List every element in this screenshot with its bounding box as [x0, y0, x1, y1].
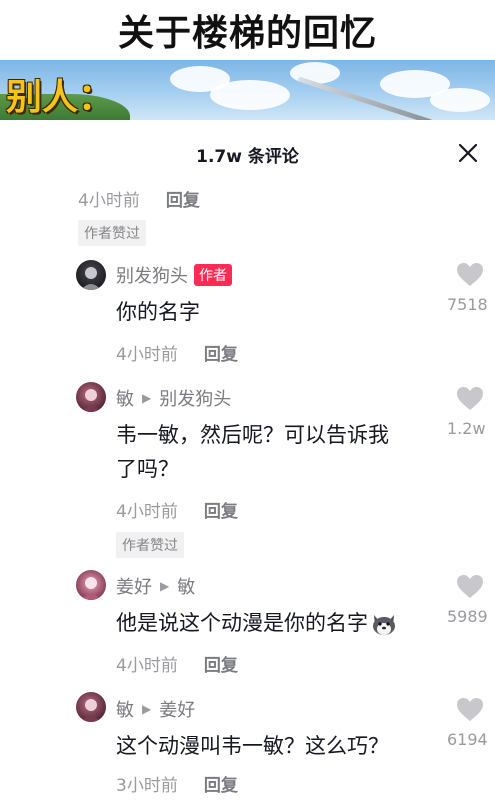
- comment-text: 你的名字: [116, 300, 200, 324]
- avatar[interactable]: [76, 692, 106, 722]
- author-badge: 作者: [194, 264, 232, 286]
- banner-label: 别人：: [6, 77, 115, 118]
- comment-author-row: 别发狗头 作者: [116, 262, 232, 288]
- comment-sheet-header: 1.7w 条评论: [0, 128, 495, 178]
- comment-text-wrap: 他是说这个动漫是你的名字: [116, 606, 398, 640]
- reply-button[interactable]: 回复: [204, 771, 238, 796]
- reply-to-name[interactable]: 敏: [177, 573, 195, 599]
- comment-meta: 4小时前 回复: [116, 651, 238, 676]
- like-count: 7518: [447, 295, 488, 314]
- reply-arrow-icon: ▶: [160, 579, 170, 593]
- like-button[interactable]: 7518: [445, 262, 495, 314]
- comment-author-name[interactable]: 敏: [116, 696, 134, 722]
- author-liked-tag: 作者赞过: [78, 220, 146, 246]
- prev-comment-meta: 4小时前 回复: [78, 186, 200, 211]
- avatar[interactable]: [76, 382, 106, 412]
- comment-text: 他是说这个动漫是你的名字: [116, 611, 368, 635]
- comment-time: 4小时前: [116, 502, 178, 522]
- heart-icon: [457, 698, 483, 721]
- comment-time: 4小时前: [78, 191, 140, 211]
- heart-icon: [457, 387, 483, 410]
- reply-button[interactable]: 回复: [204, 340, 238, 365]
- comment-text-line: 韦一敏，然后呢？可以告诉我: [116, 423, 389, 447]
- comment-author-name[interactable]: 敏: [116, 385, 134, 411]
- like-button[interactable]: 5989: [445, 574, 495, 626]
- author-liked-tag: 作者赞过: [116, 532, 184, 558]
- comment-text: 韦一敏，然后呢？可以告诉我 了吗？: [116, 418, 389, 486]
- like-count: 6194: [447, 730, 488, 749]
- comment-author-row: 敏 ▶ 姜好: [116, 696, 195, 722]
- comment-time: 3小时前: [116, 776, 178, 796]
- heart-icon: [457, 263, 483, 286]
- close-button[interactable]: [453, 138, 483, 168]
- dog-icon: [373, 615, 395, 635]
- reply-to-name[interactable]: 姜好: [159, 696, 195, 722]
- close-icon: [458, 143, 478, 163]
- comment-time: 4小时前: [116, 656, 178, 676]
- reply-arrow-icon: ▶: [142, 702, 152, 716]
- comment-text: 这个动漫叫韦一敏？这么巧？: [116, 734, 389, 758]
- comment-count-title: 1.7w 条评论: [196, 147, 299, 167]
- avatar[interactable]: [76, 570, 106, 600]
- heart-icon: [457, 575, 483, 598]
- comment-meta: 3小时前 回复: [116, 771, 238, 796]
- video-title: 关于楼梯的回忆: [0, 0, 495, 60]
- comment-author-name[interactable]: 姜好: [116, 573, 152, 599]
- comment-time: 4小时前: [116, 345, 178, 365]
- video-banner: 别人：: [0, 60, 495, 120]
- reply-arrow-icon: ▶: [142, 391, 152, 405]
- comment-meta: 4小时前 回复: [116, 497, 238, 522]
- like-button[interactable]: 6194: [445, 697, 495, 749]
- comment-meta: 4小时前 回复: [116, 340, 238, 365]
- avatar[interactable]: [76, 260, 106, 290]
- reply-button[interactable]: 回复: [166, 186, 200, 211]
- reply-button[interactable]: 回复: [204, 497, 238, 522]
- comment-author-row: 姜好 ▶ 敏: [116, 573, 195, 599]
- reply-to-name[interactable]: 别发狗头: [159, 385, 231, 411]
- comment-author-name[interactable]: 别发狗头: [116, 262, 188, 288]
- like-button[interactable]: 1.2w: [445, 386, 495, 438]
- comment-author-row: 敏 ▶ 别发狗头: [116, 385, 231, 411]
- like-count: 1.2w: [447, 419, 486, 438]
- like-count: 5989: [447, 607, 488, 626]
- reply-button[interactable]: 回复: [204, 651, 238, 676]
- comment-text-line: 了吗？: [116, 457, 179, 481]
